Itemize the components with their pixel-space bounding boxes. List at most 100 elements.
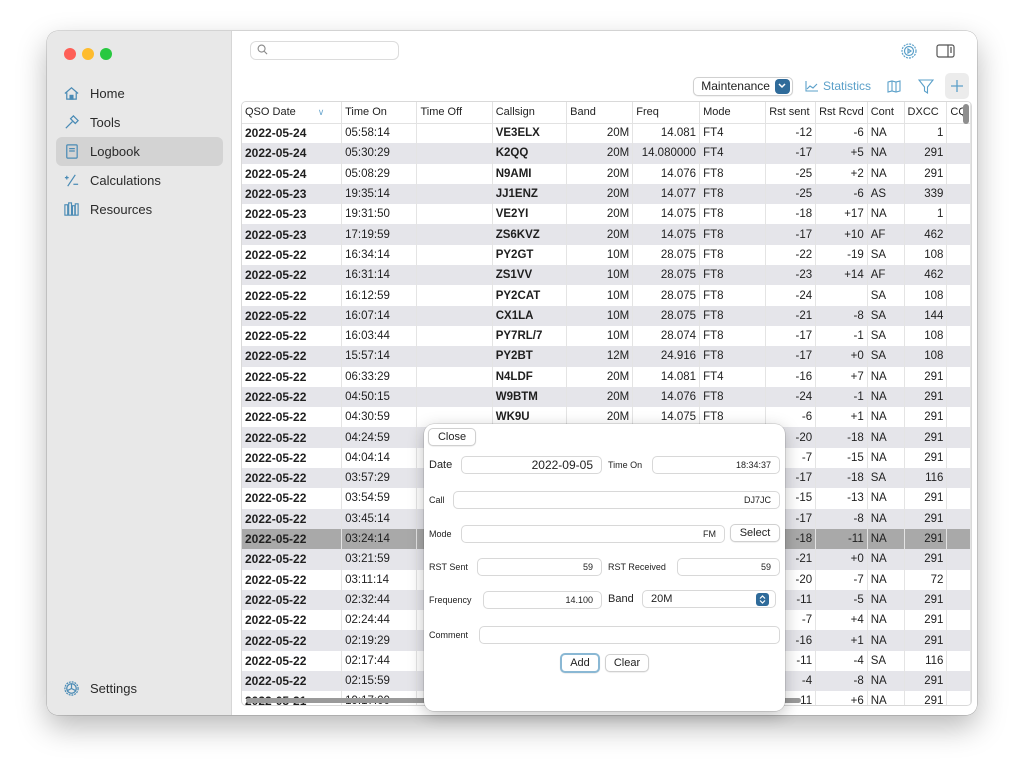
column-header[interactable]: Rst sent [765, 102, 817, 124]
time-on-field[interactable]: 18:34:37 [652, 456, 780, 474]
table-cell: 14.076 [632, 386, 701, 408]
table-cell: FT8 [699, 305, 767, 326]
sidebar-item-tools[interactable]: Tools [56, 108, 223, 137]
table-cell [946, 569, 971, 590]
rst-sent-field[interactable]: 59 [477, 558, 602, 576]
table-cell: 291 [904, 366, 948, 387]
table-cell: -8 [815, 671, 868, 692]
call-field[interactable]: DJ7JC [453, 491, 780, 509]
sidebar-item-calculations[interactable]: Calculations [56, 166, 223, 195]
chevron-updown-icon [756, 593, 769, 606]
table-cell: 14.075 [632, 224, 701, 245]
add-button[interactable]: Add [560, 653, 600, 673]
mode-field[interactable]: FM [461, 525, 725, 543]
column-header[interactable]: Cont [867, 102, 905, 124]
column-header[interactable]: Freq [632, 102, 701, 124]
table-cell: 03:54:59 [341, 488, 418, 509]
table-cell: PY7RL/7 [492, 325, 568, 347]
table-row[interactable]: 2022-05-22 04:50:15 W9BTM 20M 14.076 FT8 -24 -1… [242, 386, 971, 408]
table-cell: FT8 [699, 183, 767, 205]
table-row[interactable]: 2022-05-22 16:31:14 ZS1VV 10M 28.075 FT8 -23 +1… [242, 265, 971, 286]
plus-minus-icon [62, 172, 80, 190]
table-row[interactable]: 2022-05-22 16:34:14 PY2GT 10M 28.075 FT8 -22 -1… [242, 244, 971, 266]
sidebar-item-resources[interactable]: Resources [56, 195, 223, 224]
statistics-button[interactable]: Statistics [805, 79, 871, 93]
table-cell: 28.075 [632, 305, 701, 326]
band-select-value: 20M [651, 593, 673, 605]
dxcluster-gear-icon[interactable] [899, 41, 919, 61]
table-cell [416, 305, 493, 326]
plus-icon [951, 80, 963, 92]
table-row[interactable]: 2022-05-24 05:58:14 VE3ELX 20M 14.081 FT4 -12-… [242, 123, 971, 144]
table-cell: NA [867, 671, 905, 692]
close-button[interactable]: Close [428, 428, 476, 446]
table-row[interactable]: 2022-05-22 15:57:14 PY2BT 12M 24.916 FT8 -17 +0… [242, 346, 971, 367]
table-row[interactable]: 2022-05-23 17:19:59 ZS6KVZ 20M 14.075 FT8 -17 +… [242, 224, 971, 245]
filter-icon[interactable] [917, 77, 935, 95]
clear-button[interactable]: Clear [605, 654, 649, 672]
minimize-window-button[interactable] [82, 48, 94, 60]
column-header[interactable]: Mode [699, 102, 767, 124]
table-cell: 108 [904, 244, 948, 266]
table-row[interactable]: 2022-05-22 06:33:29 N4LDF 20M 14.081 FT4 -16 +7… [242, 366, 971, 387]
chart-line-icon [805, 81, 818, 92]
column-header[interactable]: Time On [341, 102, 418, 124]
table-cell: 2022-05-22 [242, 468, 343, 489]
table-row[interactable]: 2022-05-22 16:03:44 PY7RL/7 10M 28.074 FT8 -17… [242, 325, 971, 347]
date-field[interactable]: 2022-09-05 [461, 456, 602, 474]
table-row[interactable]: 2022-05-24 05:08:29 N9AMI 20M 14.076 FT8 -25 +2… [242, 163, 971, 184]
table-cell: FT8 [699, 346, 767, 367]
sidebar-toggle-icon[interactable] [936, 41, 956, 61]
table-cell [416, 366, 493, 387]
sort-chevron-icon[interactable]: ∨ [318, 107, 325, 117]
comment-field[interactable] [479, 626, 780, 644]
column-header[interactable]: DXCC [904, 102, 948, 124]
column-header-label: QSO Date [245, 106, 296, 119]
zoom-window-button[interactable] [100, 48, 112, 60]
table-cell: 16:07:14 [341, 305, 418, 326]
table-cell: SA [867, 305, 905, 326]
sidebar-item-settings[interactable]: Settings [56, 674, 137, 703]
table-cell: 291 [904, 488, 948, 509]
table-row[interactable]: 2022-05-22 16:07:14 CX1LA 10M 28.075 FT8 -21 -8… [242, 305, 971, 326]
table-cell [946, 488, 971, 509]
table-cell: NA [867, 488, 905, 509]
table-cell: 16:34:14 [341, 244, 418, 266]
column-header[interactable]: Rst Rcvd [815, 102, 868, 124]
table-cell: NA [867, 123, 905, 144]
column-header[interactable]: Time Off [416, 102, 493, 124]
table-row[interactable]: 2022-05-23 19:35:14 JJ1ENZ 20M 14.077 FT8 -25-… [242, 183, 971, 205]
sidebar-item-home[interactable]: Home [56, 79, 223, 108]
filter-select[interactable]: Maintenance [693, 76, 793, 96]
column-header[interactable]: Band [566, 102, 634, 124]
table-cell: NA [867, 407, 905, 428]
search-input[interactable] [250, 41, 399, 60]
column-header[interactable]: Callsign [492, 102, 568, 124]
table-row[interactable]: 2022-05-24 05:30:29 K2QQ 20M 14.080000 FT4 -17… [242, 143, 971, 164]
frequency-field[interactable]: 14.100 [483, 591, 602, 609]
map-icon[interactable] [885, 77, 903, 95]
add-qso-button[interactable] [945, 73, 969, 99]
table-cell: +14 [815, 265, 868, 286]
table-cell: 291 [904, 163, 948, 184]
column-header[interactable]: QSO Date ∨ [242, 102, 343, 124]
table-cell: 291 [904, 528, 948, 550]
table-row[interactable]: 2022-05-23 19:31:50 VE2YI 20M 14.075 FT8 -18 +1… [242, 204, 971, 225]
table-cell: +2 [815, 163, 868, 184]
table-cell: NA [867, 204, 905, 225]
rst-received-field[interactable]: 59 [677, 558, 780, 576]
sidebar-item-logbook[interactable]: Logbook [56, 137, 223, 166]
table-cell: -25 [765, 163, 817, 184]
table-cell: -6 [815, 123, 868, 144]
band-select[interactable]: 20M [642, 590, 776, 608]
table-cell: 03:57:29 [341, 468, 418, 489]
table-cell [946, 386, 971, 408]
close-window-button[interactable] [64, 48, 76, 60]
table-cell [946, 508, 971, 529]
table-cell: SA [867, 468, 905, 489]
table-row[interactable]: 2022-05-22 16:12:59 PY2CAT 10M 28.075 FT8 -24 S… [242, 285, 971, 306]
vertical-scrollbar[interactable] [963, 104, 969, 124]
select-mode-button[interactable]: Select [730, 524, 780, 542]
sidebar-nav: Home Tools Logbook Calculations Resource… [56, 79, 223, 224]
table-cell: 20M [566, 224, 634, 245]
